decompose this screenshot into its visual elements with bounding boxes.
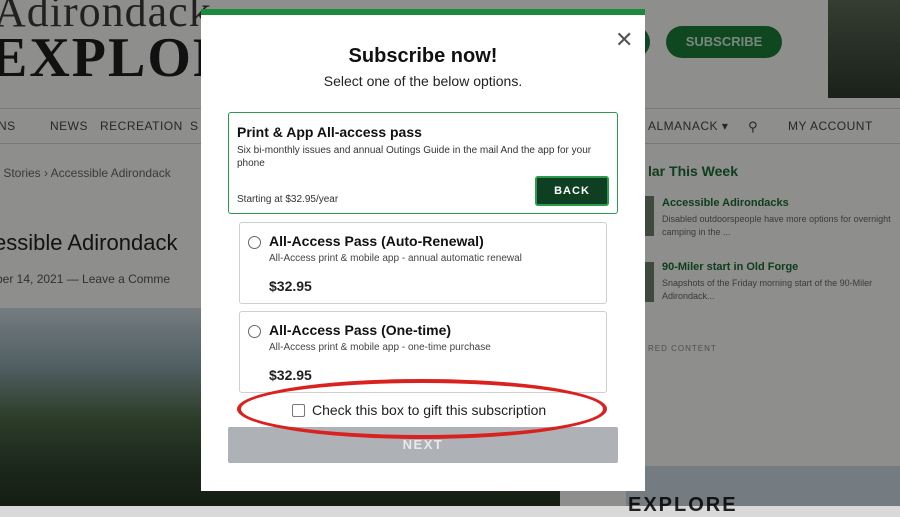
option-description: All-Access print & mobile app - annual a…: [269, 253, 522, 264]
radio-one-time[interactable]: [248, 325, 261, 338]
option-title: All-Access Pass (Auto-Renewal): [269, 233, 484, 249]
back-button[interactable]: BACK: [535, 176, 609, 206]
option-price: $32.95: [269, 278, 312, 294]
option-price: $32.95: [269, 367, 312, 383]
radio-auto-renewal[interactable]: [248, 236, 261, 249]
modal-subtitle: Select one of the below options.: [323, 73, 523, 89]
pass-description: Six bi-monthly issues and annual Outings…: [237, 145, 592, 169]
option-auto-renewal[interactable]: All-Access Pass (Auto-Renewal) All-Acces…: [239, 222, 607, 304]
highlight-ellipse: [237, 379, 607, 439]
option-description: All-Access print & mobile app - one-time…: [269, 342, 491, 353]
pass-title: Print & App All-access pass: [237, 124, 422, 140]
option-title: All-Access Pass (One-time): [269, 322, 452, 338]
modal-title: Subscribe now!: [348, 45, 498, 67]
selected-pass-card: Print & App All-access pass Six bi-month…: [228, 112, 618, 214]
pass-starting-price: Starting at $32.95/year: [237, 194, 339, 205]
subscribe-modal: ✕ Subscribe now! Select one of the below…: [201, 9, 645, 491]
